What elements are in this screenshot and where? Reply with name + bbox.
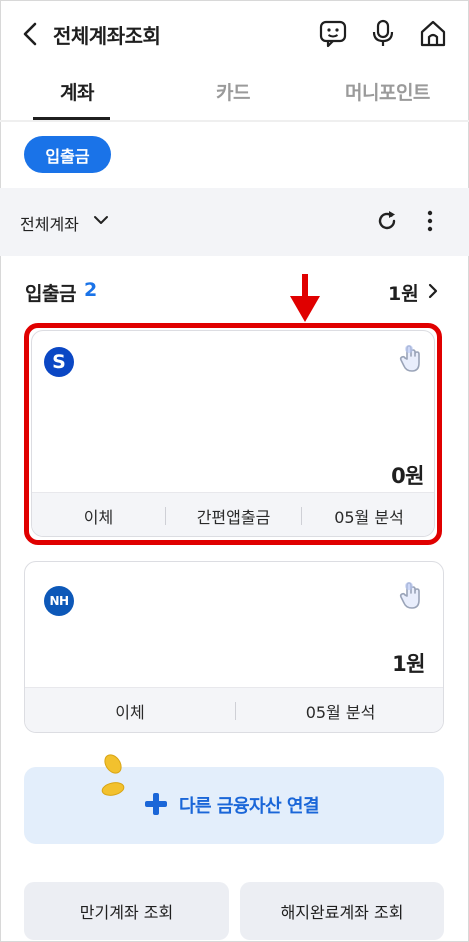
monthly-analysis-button[interactable]: 05월 분석 bbox=[236, 688, 443, 732]
tab-bar: 계좌 카드 머니포인트 bbox=[0, 66, 469, 120]
chevron-down-icon[interactable] bbox=[93, 212, 109, 228]
nh-bank-logo: NH bbox=[44, 586, 74, 616]
highlight-box bbox=[24, 323, 442, 545]
connect-assets-label: 다른 금융자산 연결 bbox=[179, 796, 320, 817]
plus-icon bbox=[145, 793, 167, 815]
tabs-divider bbox=[0, 120, 469, 122]
page-title: 전체계좌조회 bbox=[53, 24, 161, 48]
closed-account-button[interactable]: 해지완료계좌 조회 bbox=[240, 882, 444, 940]
top-bar: 전체계좌조회 bbox=[0, 0, 469, 66]
account-filter-dropdown[interactable]: 전체계좌 bbox=[20, 211, 79, 235]
account-balance: 1원 bbox=[392, 652, 425, 676]
section-count: 2 bbox=[84, 279, 98, 301]
section-title: 입출금 bbox=[25, 283, 76, 305]
coins-icon bbox=[101, 754, 125, 796]
annotation-arrow-icon bbox=[290, 274, 320, 322]
filter-bar: 전체계좌 bbox=[0, 188, 469, 256]
filter-chip-deposit[interactable]: 입출금 bbox=[24, 136, 111, 173]
connect-assets-button[interactable]: 다른 금융자산 연결 bbox=[24, 767, 444, 844]
account-card[interactable]: NH 1원 이체 05월 분석 bbox=[24, 561, 444, 733]
microphone-icon[interactable] bbox=[368, 18, 398, 48]
more-vertical-icon[interactable] bbox=[420, 208, 440, 234]
tab-money-point[interactable]: 머니포인트 bbox=[345, 78, 430, 105]
section-total[interactable]: 1원 bbox=[388, 279, 419, 306]
maturity-account-button[interactable]: 만기계좌 조회 bbox=[24, 882, 229, 940]
back-icon[interactable] bbox=[18, 20, 44, 48]
home-icon[interactable] bbox=[418, 18, 448, 48]
tab-card[interactable]: 카드 bbox=[216, 78, 250, 105]
chevron-right-icon[interactable] bbox=[426, 282, 440, 300]
tap-hand-icon[interactable] bbox=[398, 580, 424, 610]
refresh-icon[interactable] bbox=[374, 208, 400, 234]
transfer-button[interactable]: 이체 bbox=[25, 688, 235, 732]
chatbot-icon[interactable] bbox=[318, 18, 348, 48]
card-action-bar: 이체 05월 분석 bbox=[25, 687, 443, 732]
tab-account[interactable]: 계좌 bbox=[60, 78, 94, 105]
